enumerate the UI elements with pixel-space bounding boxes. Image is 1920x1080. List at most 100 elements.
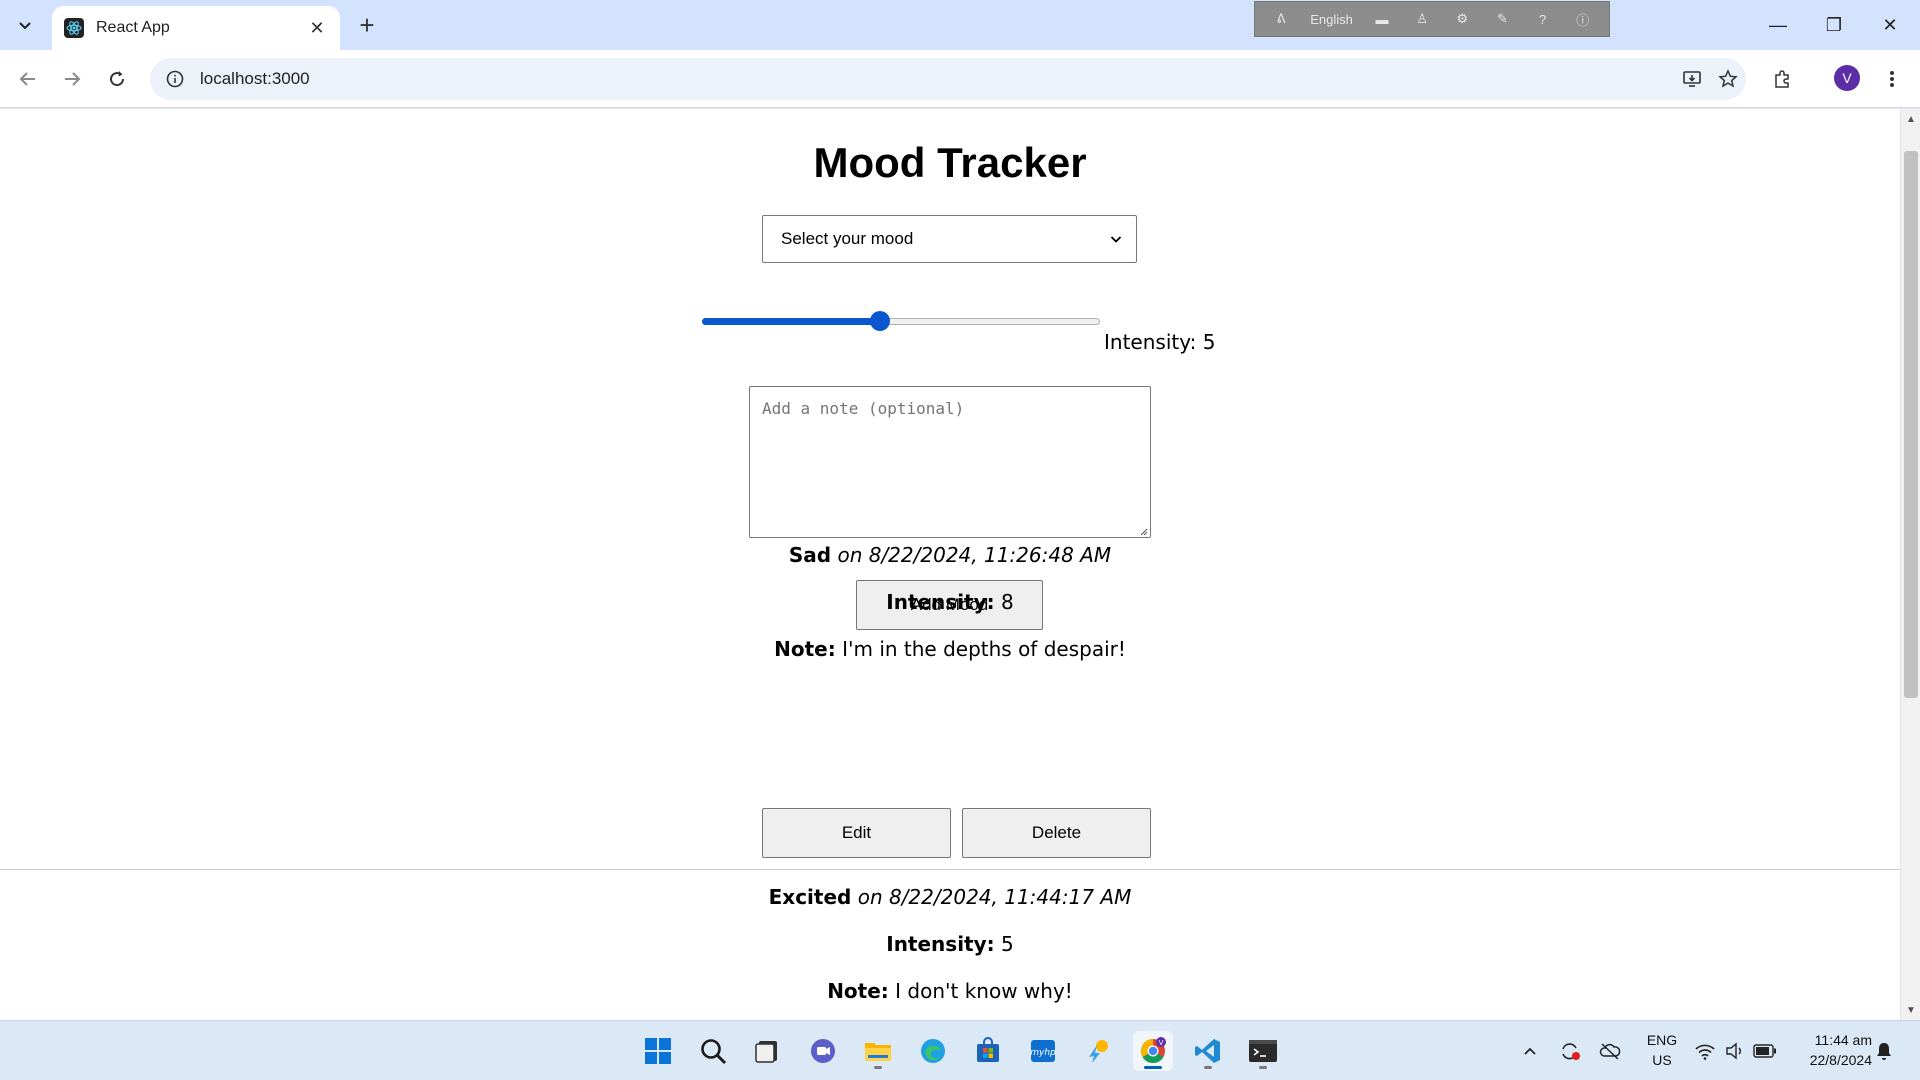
start-icon[interactable] [638, 1031, 678, 1071]
svg-text:myhp: myhp [1030, 1048, 1056, 1058]
close-window-icon[interactable]: ✕ [1862, 0, 1918, 50]
entry-mood: Excited [768, 885, 852, 909]
intensity-label: Intensity: 5 [1104, 330, 1216, 354]
ime-mode-icon[interactable]: ᕕ [1270, 11, 1292, 27]
entry-note-label: Note: [827, 979, 889, 1003]
ime-language-bar: ᕕ English ▬ ♙ ⚙ ✎ ? ⓘ [1254, 1, 1610, 37]
ime-tool-icon[interactable]: ♙ [1411, 11, 1433, 27]
myhp-icon[interactable]: myhp [1023, 1031, 1063, 1071]
page-viewport: Mood Tracker Select your mood Intensity:… [0, 109, 1920, 1020]
forward-arrow-icon[interactable] [56, 63, 88, 95]
entry-note: Note: I don't know why! [0, 979, 1900, 1003]
entry-heading: Sad on 8/22/2024, 11:26:48 AM [0, 543, 1900, 567]
region-code: US [1652, 1052, 1672, 1068]
volume-icon[interactable] [1723, 1039, 1747, 1063]
delete-button[interactable]: Delete [962, 808, 1151, 858]
sync-icon[interactable] [1558, 1039, 1582, 1063]
url-text: localhost:3000 [200, 69, 310, 88]
react-logo-icon [64, 18, 84, 38]
entry-timestamp: on 8/22/2024, 11:44:17 AM [857, 885, 1132, 909]
notification-bell-icon[interactable] [1872, 1039, 1896, 1063]
ime-settings-icon[interactable]: ⚙ [1451, 11, 1473, 27]
weather-icon[interactable] [1078, 1031, 1118, 1071]
tab-search-button[interactable] [8, 8, 42, 42]
file-explorer-icon[interactable] [858, 1031, 898, 1071]
running-indicator [1144, 1066, 1162, 1069]
resize-grip-icon[interactable] [1138, 526, 1148, 536]
browser-tab[interactable]: React App ✕ [52, 6, 340, 50]
ime-pen-icon[interactable]: ✎ [1492, 11, 1514, 27]
entry-heading: Excited on 8/22/2024, 11:44:17 AM [0, 885, 1900, 909]
chevron-down-icon [1108, 231, 1124, 247]
tab-strip: React App ✕ + ᕕ English ▬ ♙ ⚙ ✎ ? ⓘ — ❐ … [0, 0, 1920, 50]
tab-title: React App [96, 19, 170, 36]
back-arrow-icon[interactable] [12, 63, 44, 95]
profile-avatar[interactable]: V [1834, 65, 1860, 91]
ime-info-icon[interactable]: ⓘ [1572, 10, 1594, 29]
new-tab-button[interactable]: + [352, 10, 382, 40]
bookmark-star-icon[interactable] [1710, 61, 1746, 97]
taskbar: myhp V ENG US 11:44 am 22/8/2024 [0, 1020, 1920, 1080]
language-code: ENG [1646, 1032, 1678, 1048]
entry-note-label: Note: [774, 637, 836, 661]
meet-icon[interactable] [803, 1031, 843, 1071]
chevron-up-icon[interactable] [1518, 1039, 1542, 1063]
scroll-thumb[interactable] [1904, 151, 1918, 698]
clock-date: 22/8/2024 [1809, 1052, 1872, 1068]
vertical-scrollbar[interactable]: ▲ ▼ [1900, 109, 1920, 1020]
entry-note: Note: I'm in the depths of despair! [0, 637, 1900, 661]
clock[interactable]: 11:44 am 22/8/2024 [1788, 1030, 1872, 1070]
mood-select-value: Select your mood [781, 229, 914, 248]
site-info-icon[interactable] [164, 68, 186, 90]
intensity-slider[interactable] [702, 309, 1100, 333]
running-indicator [1259, 1066, 1267, 1069]
vscode-icon[interactable] [1188, 1031, 1228, 1071]
slider-thumb[interactable] [869, 311, 890, 331]
scroll-down-arrow-icon[interactable]: ▼ [1901, 1000, 1920, 1020]
entry-divider [0, 869, 1900, 870]
battery-icon[interactable] [1753, 1039, 1777, 1063]
input-language-indicator[interactable]: ENG US [1642, 1030, 1682, 1070]
edit-button[interactable]: Edit [762, 808, 951, 858]
mood-select[interactable]: Select your mood [762, 215, 1137, 263]
running-indicator [874, 1066, 882, 1069]
entry-intensity: Intensity: 8 [0, 590, 1900, 614]
entry-note-text: I'm in the depths of despair! [842, 637, 1126, 661]
entry-intensity-label: Intensity: [886, 932, 995, 956]
install-app-icon[interactable] [1674, 61, 1710, 97]
ime-keyboard-icon[interactable]: ▬ [1371, 12, 1393, 27]
edge-icon[interactable] [913, 1031, 953, 1071]
entry-intensity-value: 5 [1001, 932, 1014, 956]
chrome-icon[interactable]: V [1133, 1031, 1173, 1071]
search-icon[interactable] [693, 1031, 733, 1071]
reload-icon[interactable] [101, 63, 133, 95]
entry-note-text: I don't know why! [895, 979, 1073, 1003]
store-icon[interactable] [968, 1031, 1008, 1071]
scroll-up-arrow-icon[interactable]: ▲ [1901, 109, 1920, 129]
entry-intensity-value: 8 [1001, 590, 1014, 614]
ime-help-icon[interactable]: ? [1532, 12, 1554, 27]
address-bar[interactable]: localhost:3000 [150, 58, 1746, 100]
onedrive-offline-icon[interactable] [1598, 1039, 1622, 1063]
restore-icon[interactable]: ❐ [1806, 0, 1862, 50]
task-view-icon[interactable] [748, 1031, 788, 1071]
more-menu-icon[interactable] [1876, 63, 1908, 95]
entry-mood: Sad [788, 543, 832, 567]
close-tab-icon[interactable]: ✕ [306, 17, 328, 39]
slider-fill [702, 318, 880, 325]
page-title: Mood Tracker [813, 139, 1087, 186]
chevron-down-icon [19, 22, 31, 30]
ime-language-selector[interactable]: English [1310, 12, 1353, 27]
entry-intensity-label: Intensity: [886, 590, 995, 614]
svg-text:V: V [1159, 1039, 1164, 1047]
minimize-icon[interactable]: — [1750, 0, 1806, 50]
entry-intensity: Intensity: 5 [0, 932, 1900, 956]
running-indicator [1204, 1066, 1212, 1069]
terminal-icon[interactable] [1243, 1031, 1283, 1071]
browser-toolbar: localhost:3000 V [0, 50, 1920, 108]
entry-timestamp: on 8/22/2024, 11:26:48 AM [837, 543, 1112, 567]
note-textarea[interactable] [749, 386, 1151, 538]
clock-time: 11:44 am [1814, 1032, 1872, 1048]
extensions-icon[interactable] [1766, 63, 1798, 95]
wifi-icon[interactable] [1693, 1039, 1717, 1063]
